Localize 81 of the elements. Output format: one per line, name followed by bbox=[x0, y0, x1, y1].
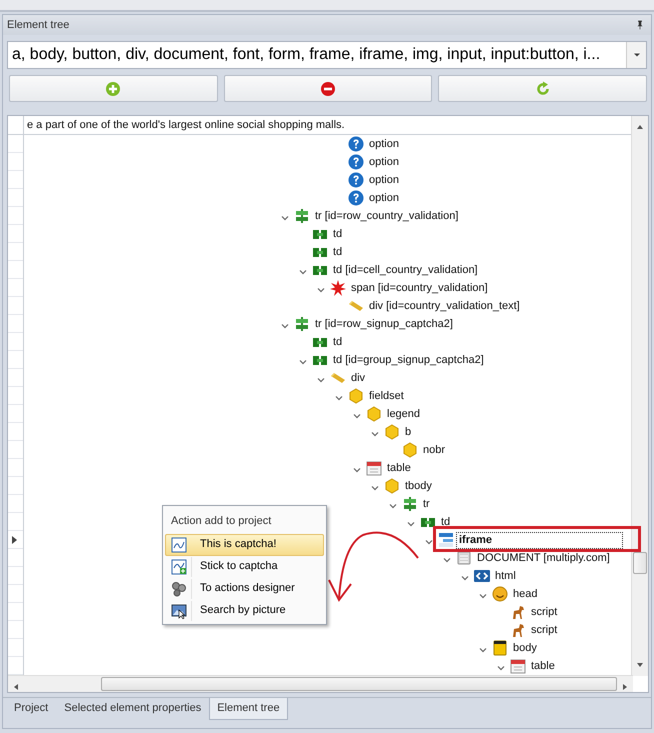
help-icon bbox=[348, 136, 364, 152]
scroll-down-icon[interactable] bbox=[635, 660, 645, 669]
smiley-icon bbox=[492, 586, 508, 602]
tree-node[interactable]: option bbox=[367, 172, 401, 188]
hexagon-icon bbox=[402, 442, 418, 458]
menu-item[interactable]: This is captcha! bbox=[165, 534, 324, 556]
help-icon bbox=[348, 190, 364, 206]
vertical-scrollbar[interactable] bbox=[631, 116, 648, 676]
help-icon bbox=[348, 172, 364, 188]
calendar-icon bbox=[366, 460, 382, 476]
horse-icon bbox=[510, 604, 526, 620]
horse-icon bbox=[510, 622, 526, 638]
captcha-icon bbox=[170, 536, 186, 552]
book-icon bbox=[492, 640, 508, 656]
remove-button[interactable] bbox=[224, 75, 432, 102]
menu-item[interactable]: To actions designer bbox=[165, 578, 324, 600]
row-icon bbox=[294, 208, 310, 224]
panel-title: Element tree bbox=[7, 18, 70, 33]
panel-tab[interactable]: Element tree bbox=[209, 698, 288, 720]
scrollbar-thumb[interactable] bbox=[633, 552, 647, 574]
picture-cursor-icon bbox=[170, 602, 186, 618]
scroll-up-icon[interactable] bbox=[635, 123, 645, 132]
tree-node[interactable]: tr [id=row_signup_captcha2] bbox=[313, 316, 455, 332]
tree-node[interactable]: td [id=cell_country_validation] bbox=[331, 262, 480, 278]
hexagon-icon bbox=[348, 388, 364, 404]
refresh-icon bbox=[534, 80, 551, 96]
filter-dropdown[interactable]: a, body, button, div, document, font, form, frame, iframe, img, input, input:button, i... bbox=[7, 41, 647, 69]
burst-icon bbox=[330, 280, 346, 296]
scrollbar-thumb[interactable] bbox=[101, 677, 617, 691]
tree-node[interactable]: body bbox=[511, 640, 539, 656]
remove-icon bbox=[320, 80, 336, 96]
hexagon-icon bbox=[384, 424, 400, 440]
tree-node[interactable]: option bbox=[367, 136, 401, 152]
hexagon-icon bbox=[366, 406, 382, 422]
horizontal-scrollbar[interactable] bbox=[8, 675, 633, 692]
code-icon bbox=[474, 568, 490, 584]
dropdown-caret-icon[interactable] bbox=[632, 51, 640, 59]
tree-node[interactable]: div [id=country_validation_text] bbox=[367, 298, 522, 314]
tree-node[interactable]: legend bbox=[385, 406, 422, 422]
add-icon bbox=[105, 80, 122, 96]
tree-node[interactable]: nobr bbox=[421, 442, 448, 458]
tree-node[interactable]: fieldset bbox=[367, 388, 406, 404]
tree-node[interactable]: span [id=country_validation] bbox=[349, 280, 490, 296]
captcha-add-icon bbox=[170, 558, 186, 574]
document-icon bbox=[456, 550, 472, 566]
tree-node[interactable]: td [id=group_signup_captcha2] bbox=[331, 352, 486, 368]
tree-node[interactable]: td bbox=[331, 226, 344, 242]
tree-node[interactable]: table bbox=[529, 658, 557, 674]
tree-node[interactable]: tr bbox=[421, 496, 432, 512]
tree-node[interactable]: DOCUMENT [multiply.com] bbox=[475, 550, 612, 566]
help-icon bbox=[348, 154, 364, 170]
tree-node[interactable]: td bbox=[331, 334, 344, 350]
grid-header-text: e a part of one of the world's largest online social shopping malls. bbox=[26, 118, 346, 133]
tree-node[interactable]: b bbox=[403, 424, 414, 440]
tree-node[interactable]: html bbox=[493, 568, 518, 584]
tree-node[interactable]: option bbox=[367, 190, 401, 206]
tree-node[interactable]: td bbox=[439, 514, 452, 530]
tree-node[interactable]: tbody bbox=[403, 478, 434, 494]
panel-tab[interactable]: Selected element properties bbox=[56, 698, 210, 720]
tree-node[interactable]: iframe bbox=[457, 532, 622, 548]
tree-node[interactable]: script bbox=[529, 604, 560, 620]
menu-header: Action add to project bbox=[170, 514, 272, 529]
tree-node[interactable]: td bbox=[331, 244, 344, 260]
row-icon bbox=[402, 496, 418, 512]
tree-node[interactable]: div bbox=[349, 370, 368, 386]
tree-node[interactable]: table bbox=[385, 460, 413, 476]
panel-tab[interactable]: Project bbox=[6, 698, 56, 720]
window-icon bbox=[438, 532, 454, 548]
menu-item[interactable]: Search by picture bbox=[165, 600, 324, 622]
pin-icon[interactable] bbox=[635, 19, 645, 31]
gears-icon bbox=[170, 580, 186, 596]
tree-node[interactable]: script bbox=[529, 622, 560, 638]
menu-item[interactable]: Stick to captcha bbox=[165, 556, 324, 578]
hexagon-icon bbox=[384, 478, 400, 494]
tree-node[interactable]: option bbox=[367, 154, 401, 170]
tree-node[interactable]: head bbox=[511, 586, 540, 602]
tree-node[interactable]: tr [id=row_country_validation] bbox=[313, 208, 460, 224]
row-icon bbox=[294, 316, 310, 332]
scroll-left-icon[interactable] bbox=[12, 682, 20, 692]
calendar-icon bbox=[510, 658, 526, 674]
scroll-right-icon[interactable] bbox=[621, 682, 629, 692]
